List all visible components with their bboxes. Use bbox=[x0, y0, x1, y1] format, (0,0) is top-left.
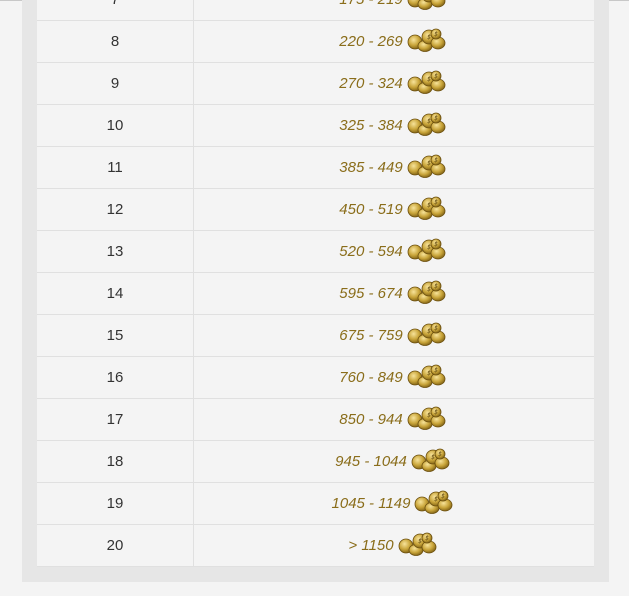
coin-range-cell: 1045 - 1149 $ $ bbox=[193, 482, 594, 525]
svg-text:$: $ bbox=[434, 31, 438, 38]
table-row: 18 945 - 1044 $ $ bbox=[37, 440, 594, 483]
coin-range-cell: 595 - 674 $ $ bbox=[193, 272, 594, 315]
coin-range-text: 945 - 1044 bbox=[335, 453, 407, 470]
level-cell: 8 bbox=[37, 20, 194, 63]
svg-text:$: $ bbox=[427, 412, 431, 419]
table-row: 20 > 1150 $ $ bbox=[37, 524, 594, 567]
coin-range-text: 270 - 324 bbox=[339, 75, 403, 92]
svg-text:$: $ bbox=[427, 34, 431, 41]
table-row: 9 270 - 324 $ $ bbox=[37, 62, 594, 105]
table-row: 14 595 - 674 $ $ bbox=[37, 272, 594, 315]
svg-text:$: $ bbox=[442, 493, 446, 500]
svg-text:$: $ bbox=[434, 409, 438, 416]
svg-text:$: $ bbox=[427, 328, 431, 335]
coin-range-text: > 1150 bbox=[348, 537, 394, 554]
table-row: 7 175 - 219 bbox=[37, 0, 594, 21]
level-cell: 13 bbox=[37, 230, 194, 273]
coin-range-cell: 385 - 449 $ $ bbox=[193, 146, 594, 189]
coins-pile-icon: $ $ bbox=[407, 28, 449, 56]
coin-range-cell: 850 - 944 $ $ bbox=[193, 398, 594, 441]
level-cell: 10 bbox=[37, 104, 194, 147]
svg-text:$: $ bbox=[427, 76, 431, 83]
coin-range-cell: > 1150 $ $ bbox=[193, 524, 594, 567]
coins-pile-icon: $ $ bbox=[407, 238, 449, 266]
svg-text:$: $ bbox=[427, 202, 431, 209]
table-row: 17 850 - 944 $ $ bbox=[37, 398, 594, 441]
table-row: 12 450 - 519 $ $ bbox=[37, 188, 594, 231]
svg-text:$: $ bbox=[434, 325, 438, 332]
coin-range-cell: 175 - 219 bbox=[193, 0, 594, 21]
svg-text:$: $ bbox=[431, 454, 435, 461]
svg-text:$: $ bbox=[434, 367, 438, 374]
coin-range-text: 760 - 849 bbox=[339, 369, 403, 386]
coin-range-cell: 520 - 594 $ $ bbox=[193, 230, 594, 273]
svg-text:$: $ bbox=[427, 370, 431, 377]
coin-range-cell: 450 - 519 $ $ bbox=[193, 188, 594, 231]
coins-pile-icon: $ $ bbox=[407, 196, 449, 224]
coin-range-text: 175 - 219 bbox=[339, 0, 402, 8]
coins-pile-icon: $ $ bbox=[407, 0, 449, 14]
svg-text:$: $ bbox=[427, 160, 431, 167]
table-row: 8 220 - 269 $ $ bbox=[37, 20, 594, 63]
level-cell: 16 bbox=[37, 356, 194, 399]
level-cell: 18 bbox=[37, 440, 194, 483]
svg-text:$: $ bbox=[418, 538, 422, 545]
level-cell: 15 bbox=[37, 314, 194, 357]
svg-text:$: $ bbox=[434, 241, 438, 248]
level-cell: 17 bbox=[37, 398, 194, 441]
coins-pile-icon: $ $ bbox=[407, 364, 449, 392]
coin-range-text: 325 - 384 bbox=[339, 117, 403, 134]
coin-range-text: 1045 - 1149 bbox=[331, 495, 411, 512]
coin-range-cell: 270 - 324 $ $ bbox=[193, 62, 594, 105]
svg-text:$: $ bbox=[427, 286, 431, 293]
table-row: 16 760 - 849 $ $ bbox=[37, 356, 594, 399]
coins-pile-icon: $ $ bbox=[407, 406, 449, 434]
coin-range-cell: 325 - 384 $ $ bbox=[193, 104, 594, 147]
svg-text:$: $ bbox=[434, 283, 438, 290]
coins-pile-icon: $ $ bbox=[407, 70, 449, 98]
coins-pile-icon: $ $ bbox=[414, 490, 456, 518]
table-row: 15 675 - 759 $ $ bbox=[37, 314, 594, 357]
coins-pile-icon: $ $ bbox=[407, 112, 449, 140]
svg-text:$: $ bbox=[427, 244, 431, 251]
svg-text:$: $ bbox=[438, 451, 442, 458]
level-cell: 9 bbox=[37, 62, 194, 105]
svg-text:$: $ bbox=[434, 115, 438, 122]
level-cell: 19 bbox=[37, 482, 194, 525]
coins-pile-icon: $ $ bbox=[411, 448, 453, 476]
level-cell: 11 bbox=[37, 146, 194, 189]
level-table-container: 7 175 - 219 bbox=[37, 0, 594, 567]
coin-range-cell: 760 - 849 $ $ bbox=[193, 356, 594, 399]
table-row: 11 385 - 449 $ $ bbox=[37, 146, 594, 189]
coin-range-text: 850 - 944 bbox=[339, 411, 403, 428]
level-cell: 12 bbox=[37, 188, 194, 231]
coin-range-text: 675 - 759 bbox=[339, 327, 403, 344]
coin-range-cell: 675 - 759 $ $ bbox=[193, 314, 594, 357]
table-row: 13 520 - 594 $ $ bbox=[37, 230, 594, 273]
coin-range-text: 595 - 674 bbox=[339, 285, 403, 302]
coins-pile-icon: $ $ bbox=[407, 280, 449, 308]
coin-range-text: 385 - 449 bbox=[339, 159, 403, 176]
coin-range-cell: 220 - 269 $ $ bbox=[193, 20, 594, 63]
svg-text:$: $ bbox=[434, 199, 438, 206]
coin-range-text: 450 - 519 bbox=[339, 201, 403, 218]
svg-text:$: $ bbox=[427, 118, 431, 125]
svg-text:$: $ bbox=[435, 496, 439, 503]
svg-text:$: $ bbox=[425, 535, 429, 542]
svg-text:$: $ bbox=[434, 73, 438, 80]
svg-text:$: $ bbox=[434, 157, 438, 164]
coins-pile-icon: $ $ bbox=[407, 322, 449, 350]
coin-range-cell: 945 - 1044 $ $ bbox=[193, 440, 594, 483]
table-row: 10 325 - 384 $ $ bbox=[37, 104, 594, 147]
level-cell: 7 bbox=[37, 0, 194, 21]
coins-pile-icon: $ $ bbox=[407, 154, 449, 182]
level-coins-table: 7 175 - 219 bbox=[37, 0, 594, 567]
table-row: 19 1045 - 1149 $ $ bbox=[37, 482, 594, 525]
coins-pile-icon: $ $ bbox=[398, 532, 440, 560]
coin-range-text: 520 - 594 bbox=[339, 243, 403, 260]
level-cell: 20 bbox=[37, 524, 194, 567]
level-cell: 14 bbox=[37, 272, 194, 315]
coin-range-text: 220 - 269 bbox=[339, 33, 403, 50]
